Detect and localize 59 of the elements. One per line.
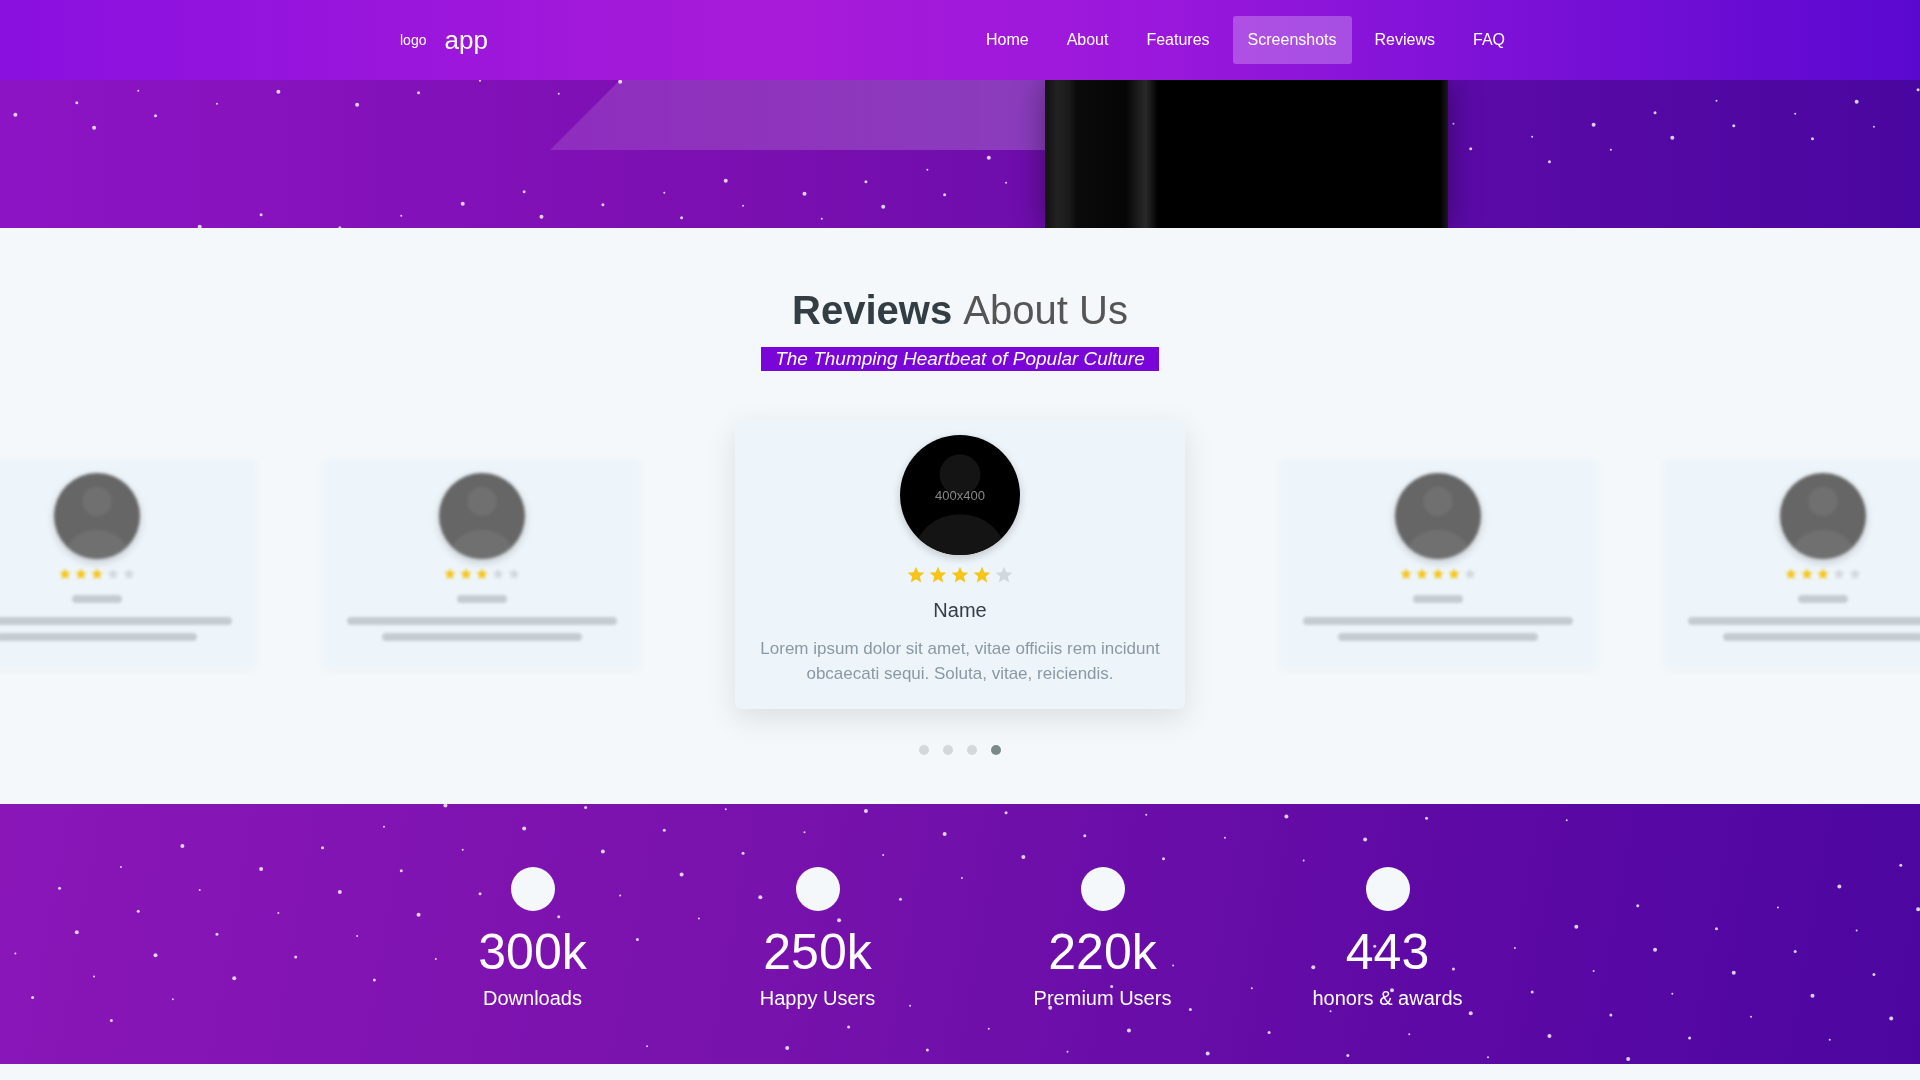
nav-link[interactable]: Home	[970, 16, 1044, 64]
star-icon	[1816, 567, 1830, 581]
nav-link[interactable]: Reviews	[1359, 16, 1450, 64]
nav-link[interactable]: Features	[1131, 16, 1225, 64]
star-icon	[106, 567, 120, 581]
star-icon	[1463, 567, 1477, 581]
stat-label: honors & awards	[1312, 987, 1463, 1010]
star-icon	[122, 567, 136, 581]
name-line	[1413, 595, 1463, 603]
avatar-size-label: 400x400	[935, 487, 985, 503]
name-line	[1798, 595, 1848, 603]
carousel-dot[interactable]	[991, 745, 1001, 755]
review-text: Lorem ipsum dolor sit amet, vitae officiis rem incidunt obcaecati sequi. Soluta, vitae, reiciendis.	[759, 638, 1161, 685]
stat-value: 300k	[478, 923, 587, 981]
stat-icon	[1365, 867, 1410, 911]
stat-icon	[510, 867, 555, 911]
star-icon	[58, 567, 72, 581]
section-title: Reviews	[792, 288, 953, 332]
star-icon	[74, 567, 88, 581]
star-icon	[1800, 567, 1814, 581]
star-icon	[459, 567, 473, 581]
star-icon	[1832, 567, 1846, 581]
reviewer-name: Name	[933, 599, 987, 622]
app-name[interactable]: app	[444, 24, 488, 56]
name-line	[457, 595, 507, 603]
star-icon	[994, 565, 1014, 585]
stat-icon	[795, 867, 840, 911]
star-icon	[1399, 567, 1413, 581]
name-line	[72, 595, 122, 603]
star-icon	[443, 567, 457, 581]
carousel-dot[interactable]	[967, 745, 977, 755]
star-icon	[491, 567, 505, 581]
star-icon	[972, 565, 992, 585]
nav-link[interactable]: About	[1051, 16, 1124, 64]
carousel-dot[interactable]	[943, 745, 953, 755]
star-icon	[475, 567, 489, 581]
stat-icon	[1080, 867, 1125, 911]
carousel-dot[interactable]	[919, 745, 929, 755]
stat-label: Downloads	[483, 987, 582, 1010]
nav-link[interactable]: Screenshots	[1232, 16, 1352, 64]
star-icon	[1784, 567, 1798, 581]
star-icon	[507, 567, 521, 581]
stat-value: 250k	[763, 923, 872, 981]
star-icon	[1415, 567, 1429, 581]
section-subtitle: The Thumping Heartbeat of Popular Culture	[761, 347, 1159, 371]
stat-label: Happy Users	[759, 987, 876, 1010]
star-icon	[950, 565, 970, 585]
nav-link[interactable]: FAQ	[1458, 16, 1520, 64]
star-icon	[90, 567, 104, 581]
logo-label[interactable]: logo	[400, 32, 427, 48]
star-icon	[1431, 567, 1445, 581]
star-icon	[1447, 567, 1461, 581]
stat-label: Premium Users	[1033, 987, 1172, 1010]
star-icon	[1848, 567, 1862, 581]
star-icon	[928, 565, 948, 585]
section-title-light: About Us	[963, 288, 1128, 332]
stat-value: 443	[1345, 923, 1430, 981]
stat-value: 220k	[1048, 923, 1157, 981]
star-icon	[906, 565, 926, 585]
